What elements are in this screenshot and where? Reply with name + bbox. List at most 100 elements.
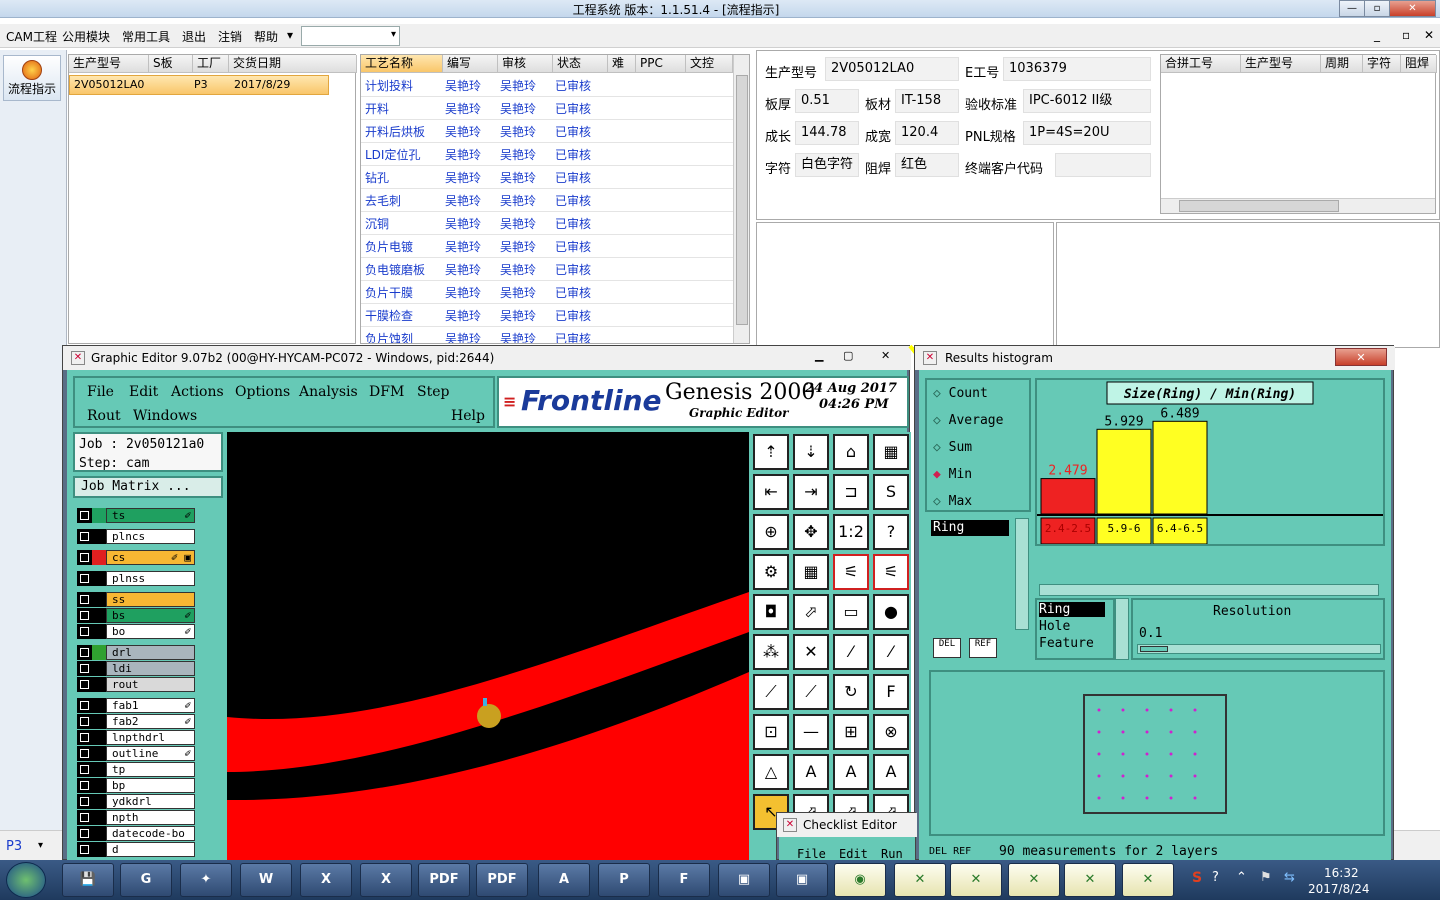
editor-close-button[interactable]: ✕ bbox=[881, 349, 890, 362]
layer-checkbox[interactable] bbox=[77, 661, 92, 676]
menu-help[interactable]: Help bbox=[451, 408, 485, 424]
minimize-button[interactable]: — bbox=[1339, 0, 1365, 17]
table-row[interactable]: 2V05012LA0 P3 2017/8/29 bbox=[69, 75, 329, 95]
checklist-menu-edit[interactable]: Edit bbox=[839, 847, 868, 861]
layer-checkbox[interactable] bbox=[77, 677, 92, 692]
layer-checkbox[interactable] bbox=[77, 746, 92, 761]
taskbar-app-excel[interactable]: Xexcel bbox=[300, 863, 352, 897]
layer-checkbox[interactable] bbox=[77, 810, 92, 825]
mdi-min-button[interactable]: _ bbox=[1374, 28, 1380, 42]
ring-selector[interactable]: Ring bbox=[931, 520, 1009, 536]
layer-checkbox[interactable] bbox=[77, 730, 92, 745]
layer-checkbox[interactable] bbox=[77, 592, 92, 607]
slider-handle[interactable] bbox=[1140, 646, 1168, 652]
layer-npth[interactable]: npth bbox=[77, 810, 195, 825]
job-matrix-button[interactable]: Job Matrix ... bbox=[73, 476, 223, 498]
tool-button-33[interactable]: A bbox=[793, 754, 829, 790]
checklist-menu-file[interactable]: File bbox=[797, 847, 826, 861]
col-difficulty[interactable]: 难 bbox=[608, 55, 636, 73]
tool-button-18[interactable]: ▭ bbox=[833, 594, 869, 630]
layer-checkbox[interactable] bbox=[77, 529, 92, 544]
tool-button-32[interactable]: △ bbox=[753, 754, 789, 790]
taskbar-app-pdf[interactable]: PDFpdf bbox=[418, 863, 470, 897]
layer-fab2[interactable]: fab2 ✐ bbox=[77, 714, 195, 729]
mdi-close-button[interactable]: ✕ bbox=[1424, 28, 1434, 42]
tool-button-6[interactable]: ⊐ bbox=[833, 474, 869, 510]
layer-outline[interactable]: outline ✐ bbox=[77, 746, 195, 761]
hscroll-thumb[interactable] bbox=[1179, 200, 1339, 212]
menu-public[interactable]: 公用模块 bbox=[62, 28, 110, 45]
layer-checkbox[interactable] bbox=[77, 714, 92, 729]
table-row[interactable]: 负片电镀 吴艳玲 吴艳玲 已审核 bbox=[361, 235, 733, 258]
taskbar-app-x3[interactable]: ✕x3 bbox=[1008, 863, 1060, 897]
tool-button-17[interactable]: ⬀ bbox=[793, 594, 829, 630]
histogram-close-button[interactable]: ✕ bbox=[1335, 348, 1387, 366]
tool-button-4[interactable]: ⇤ bbox=[753, 474, 789, 510]
taskbar-app-ie[interactable]: Gie bbox=[120, 863, 172, 897]
col-combine-period[interactable]: 周期 bbox=[1321, 55, 1363, 73]
help-icon[interactable]: ? bbox=[1212, 870, 1219, 885]
table-row[interactable]: 开料后烘板 吴艳玲 吴艳玲 已审核 bbox=[361, 120, 733, 143]
taskbar-app-pad[interactable]: Ppad bbox=[598, 863, 650, 897]
taskbar-app-save[interactable]: 💾save bbox=[62, 863, 114, 897]
tool-button-1[interactable]: ⇣ bbox=[793, 434, 829, 470]
taskbar-app-doc[interactable]: Adoc bbox=[538, 863, 590, 897]
layer-checkbox[interactable] bbox=[77, 842, 92, 857]
mode-min[interactable]: ◆ Min bbox=[933, 467, 972, 482]
tool-button-15[interactable]: ⚟ bbox=[873, 554, 909, 590]
layer-checkbox[interactable] bbox=[77, 645, 92, 660]
col-combine-no[interactable]: 合拼工号 bbox=[1161, 55, 1241, 73]
layer-cs[interactable]: cs ✐ ▣ bbox=[77, 550, 195, 565]
layer-tp[interactable]: tp bbox=[77, 762, 195, 777]
tool-button-31[interactable]: ⊗ bbox=[873, 714, 909, 750]
tool-button-14[interactable]: ⚟ bbox=[833, 554, 869, 590]
taskbar-app-x4[interactable]: ✕x4 bbox=[1064, 863, 1116, 897]
layer-checkbox[interactable] bbox=[77, 624, 92, 639]
layer-checkbox[interactable] bbox=[77, 508, 92, 523]
tool-button-5[interactable]: ⇥ bbox=[793, 474, 829, 510]
taskbar-app-shell[interactable]: ✦shell bbox=[180, 863, 232, 897]
col-status[interactable]: 状态 bbox=[553, 55, 608, 73]
menu-dfm[interactable]: DFM bbox=[369, 384, 404, 400]
taskbar-app-x2[interactable]: ✕x2 bbox=[950, 863, 1002, 897]
mode-max[interactable]: ◇ Max bbox=[933, 494, 972, 509]
taskbar-app-excel2[interactable]: Xexcel2 bbox=[360, 863, 412, 897]
mdi-restore-button[interactable]: ▫ bbox=[1402, 28, 1410, 42]
layer-ss[interactable]: ss bbox=[77, 592, 195, 607]
menu-rout[interactable]: Rout bbox=[87, 408, 121, 424]
col-model[interactable]: 生产型号 bbox=[69, 55, 149, 73]
histogram-hscroll[interactable] bbox=[1039, 584, 1379, 596]
layer-lnpthdrl[interactable]: lnpthdrl bbox=[77, 730, 195, 745]
layer-checkbox[interactable] bbox=[77, 826, 92, 841]
layer-checkbox[interactable] bbox=[77, 762, 92, 777]
layer-ldi[interactable]: ldi bbox=[77, 661, 195, 676]
layer-checkbox[interactable] bbox=[77, 608, 92, 623]
status-del[interactable]: DEL bbox=[929, 846, 947, 857]
col-s[interactable]: S板 bbox=[149, 55, 193, 73]
close-button[interactable]: ✕ bbox=[1389, 0, 1436, 17]
tool-button-35[interactable]: A bbox=[873, 754, 909, 790]
menu-options[interactable]: Options bbox=[235, 384, 290, 400]
clock-time[interactable]: 16:32 bbox=[1324, 866, 1359, 880]
layer-fab1[interactable]: fab1 ✐ bbox=[77, 698, 195, 713]
histogram-bar[interactable] bbox=[1040, 478, 1096, 515]
sogou-icon[interactable]: S bbox=[1192, 870, 1202, 886]
layer-bs[interactable]: bs ✐ bbox=[77, 608, 195, 623]
layer-checkbox[interactable] bbox=[77, 794, 92, 809]
tool-button-28[interactable]: ⊡ bbox=[753, 714, 789, 750]
list-scrollbar[interactable] bbox=[1115, 598, 1129, 660]
layer-checkbox[interactable] bbox=[77, 778, 92, 793]
del-button[interactable]: DEL bbox=[933, 638, 961, 658]
taskbar-app-screen[interactable]: ▣screen bbox=[718, 863, 770, 897]
menu-step[interactable]: Step bbox=[417, 384, 449, 400]
layer-ydkdrl[interactable]: ydkdrl bbox=[77, 794, 195, 809]
tool-button-29[interactable]: — bbox=[793, 714, 829, 750]
mode-count[interactable]: ◇ Count bbox=[933, 386, 988, 401]
layer-checkbox[interactable] bbox=[77, 698, 92, 713]
clock-date[interactable]: 2017/8/24 bbox=[1308, 882, 1370, 896]
taskbar-app-screen2[interactable]: ▣screen2 bbox=[776, 863, 828, 897]
tool-button-16[interactable]: ◘ bbox=[753, 594, 789, 630]
col-writer[interactable]: 编写 bbox=[443, 55, 498, 73]
tool-button-19[interactable]: ● bbox=[873, 594, 909, 630]
menu-analysis[interactable]: Analysis bbox=[299, 384, 358, 400]
